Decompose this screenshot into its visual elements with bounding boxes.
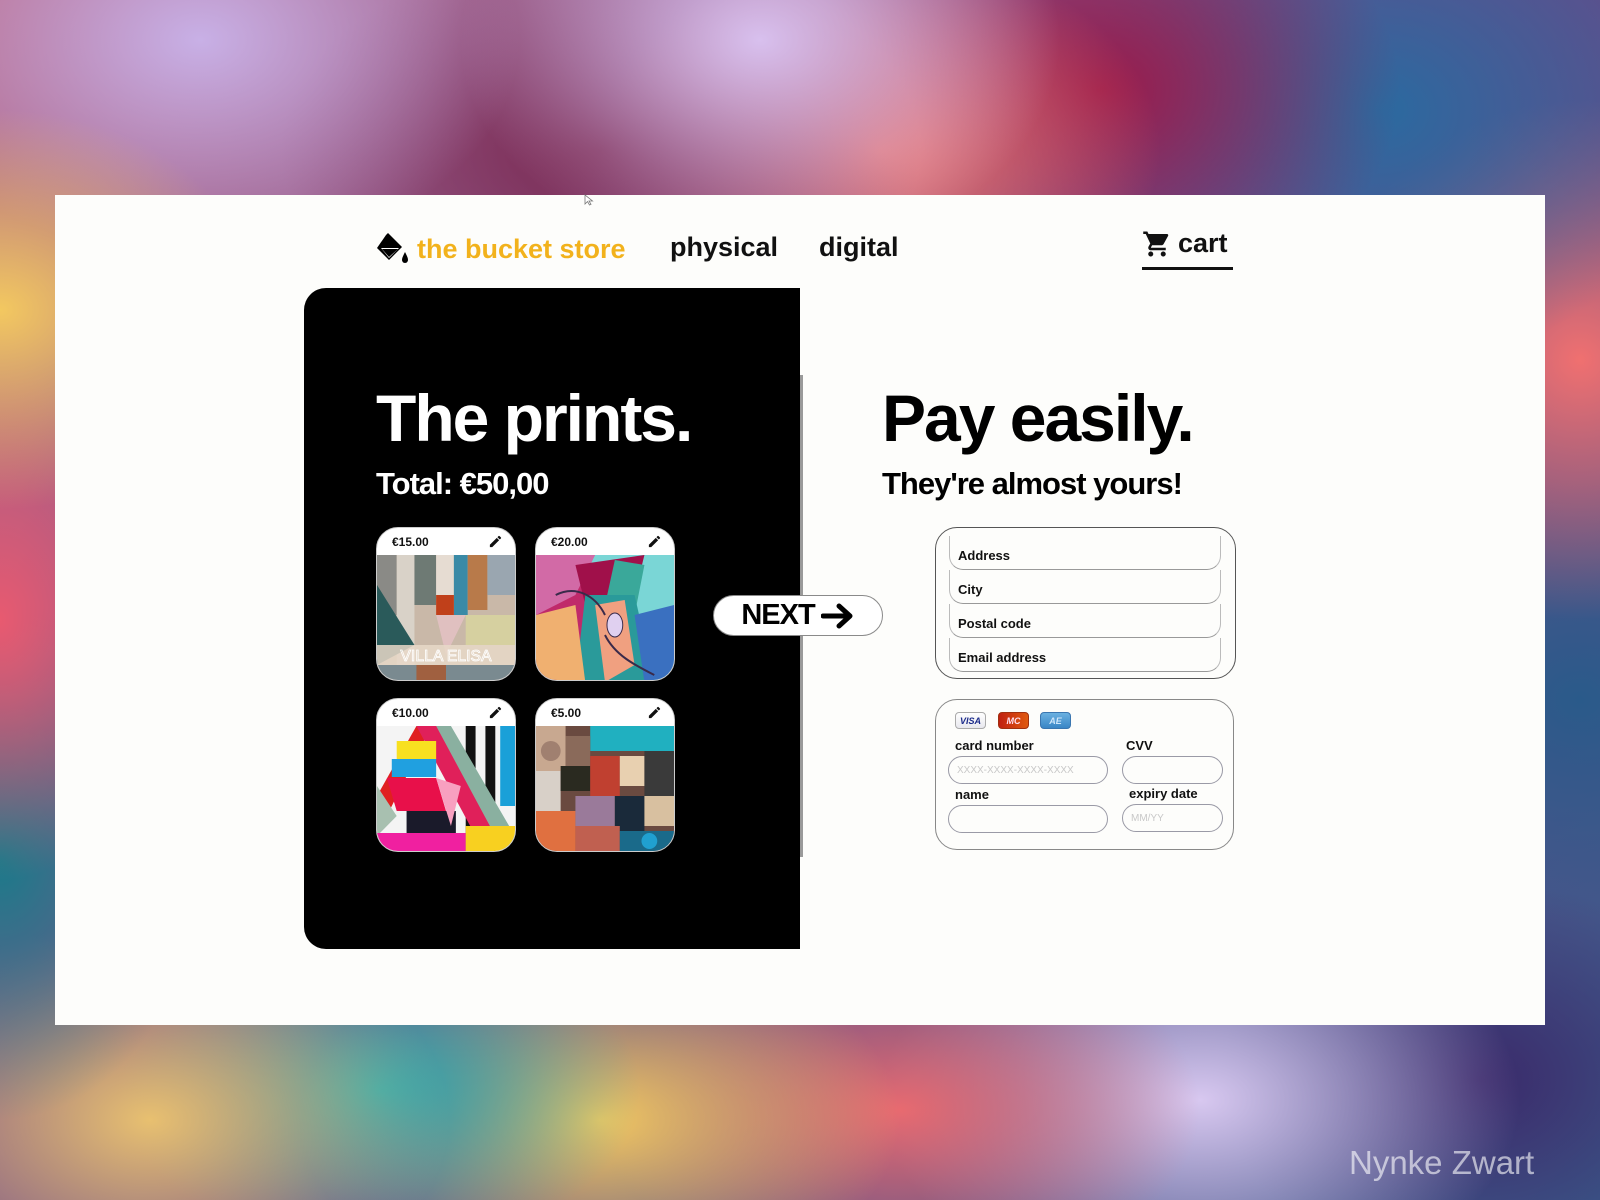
- payment-subtitle: They're almost yours!: [882, 466, 1183, 501]
- print-item[interactable]: €10.00: [376, 698, 516, 852]
- arrow-right-icon: [820, 603, 853, 628]
- payment-title: Pay easily.: [882, 381, 1195, 455]
- print-item[interactable]: €15.00 VILLA ELISA: [376, 527, 516, 681]
- nav-link-cart[interactable]: cart: [1142, 228, 1233, 270]
- print-artwork-villa-elisa: VILLA ELISA: [377, 555, 515, 680]
- expiry-date-input[interactable]: [1122, 804, 1223, 832]
- amex-logo-icon[interactable]: AE: [1040, 712, 1071, 729]
- print-price: €20.00: [551, 534, 588, 549]
- postal-code-input[interactable]: [949, 604, 1221, 638]
- email-input[interactable]: [949, 638, 1221, 672]
- address-input[interactable]: [949, 536, 1221, 570]
- shopping-cart-icon: [1143, 231, 1169, 256]
- print-artwork-collage: [536, 726, 674, 851]
- mastercard-logo-icon[interactable]: MC: [998, 712, 1029, 729]
- cart-label: cart: [1178, 228, 1228, 258]
- pencil-icon[interactable]: [647, 534, 662, 549]
- pencil-icon[interactable]: [647, 705, 662, 720]
- next-label: NEXT: [741, 599, 815, 631]
- visa-logo-icon[interactable]: VISA: [955, 712, 986, 729]
- pencil-icon[interactable]: [488, 534, 503, 549]
- prints-title: The prints.: [376, 381, 693, 455]
- brand-logo-link[interactable]: the bucket store: [375, 232, 626, 266]
- city-input[interactable]: [949, 570, 1221, 604]
- cardholder-name-input[interactable]: [948, 805, 1108, 833]
- paint-bucket-icon: [377, 233, 408, 263]
- name-label: name: [955, 787, 989, 802]
- cvv-label: CVV: [1126, 738, 1153, 753]
- cvv-input[interactable]: [1122, 756, 1223, 784]
- print-price: €10.00: [392, 705, 429, 720]
- nav-link-physical[interactable]: physical: [670, 232, 778, 263]
- card-payment-form: VISA MC AE card number CVV name expiry d…: [935, 699, 1234, 850]
- print-artwork-geometric: [377, 726, 515, 851]
- prints-total: Total: €50,00: [376, 466, 550, 501]
- print-item[interactable]: €5.00: [535, 698, 675, 852]
- top-navigation: the bucket store physical digital cart: [0, 222, 1600, 272]
- villa-elisa-text: VILLA ELISA: [400, 648, 492, 665]
- expiry-date-label: expiry date: [1129, 786, 1198, 801]
- print-artwork-hands: [536, 555, 674, 680]
- print-price: €5.00: [551, 705, 582, 720]
- print-price: €15.00: [392, 534, 429, 549]
- nav-link-digital[interactable]: digital: [819, 232, 899, 263]
- mouse-cursor-icon: [584, 194, 594, 206]
- pencil-icon[interactable]: [488, 705, 503, 720]
- next-button[interactable]: NEXT: [713, 595, 883, 636]
- address-form: [935, 527, 1236, 679]
- card-number-label: card number: [955, 738, 1034, 753]
- card-number-input[interactable]: [948, 756, 1108, 784]
- author-watermark: Nynke Zwart: [1349, 1144, 1535, 1181]
- brand-name: the bucket store: [417, 233, 626, 264]
- print-item[interactable]: €20.00: [535, 527, 675, 681]
